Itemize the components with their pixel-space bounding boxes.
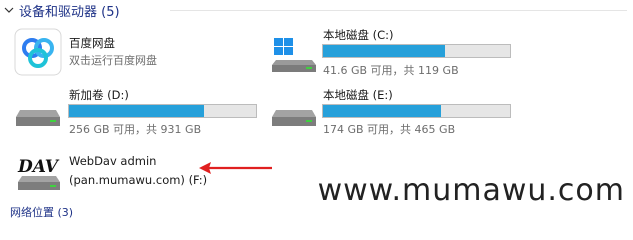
drive-name: 百度网盘 (69, 36, 115, 50)
devices-section-header[interactable]: 设备和驱动器 (5) (0, 0, 120, 20)
svg-text:DAV: DAV (17, 157, 60, 177)
drive-name: 新加卷 (D:) (69, 88, 129, 102)
drive-name: 本地磁盘 (C:) (323, 28, 394, 42)
hard-drive-icon (16, 110, 60, 126)
section-divider (170, 10, 627, 11)
drive-usage-bar (322, 104, 511, 118)
dav-network-drive-icon: DAV (17, 157, 60, 190)
drive-item-baidu[interactable]: 百度网盘 双击运行百度网盘 (14, 28, 244, 76)
windows-drive-icon (272, 38, 316, 72)
hard-drive-icon (272, 110, 316, 126)
drive-item-d[interactable]: 新加卷 (D:) 256 GB 可用，共 931 GB (14, 88, 264, 138)
red-arrow-icon (199, 162, 272, 174)
drive-space: 256 GB 可用，共 931 GB (69, 123, 202, 136)
drive-usage-bar (68, 104, 257, 118)
drive-space: 41.6 GB 可用，共 119 GB (323, 64, 459, 77)
section-title: 设备和驱动器 (5) (19, 4, 120, 20)
network-drive-item-f[interactable]: DAV WebDav admin (pan.mumawu.com) (F:) (14, 150, 224, 194)
baidu-netdisk-icon (14, 28, 62, 76)
drive-usage-fill (69, 105, 204, 117)
drive-item-e[interactable]: 本地磁盘 (E:) 174 GB 可用，共 465 GB (270, 88, 520, 138)
drive-usage-fill (323, 45, 445, 57)
watermark: www.mumawu.com (317, 173, 625, 208)
drive-usage-bar (322, 44, 511, 58)
network-locations-header[interactable]: 网络位置 (3) (10, 204, 73, 220)
drive-space: 174 GB 可用，共 465 GB (323, 123, 456, 136)
drive-usage-fill (323, 105, 441, 117)
drive-name: 本地磁盘 (E:) (323, 88, 393, 102)
drive-subtitle: 双击运行百度网盘 (69, 54, 157, 67)
network-drive-name: WebDav admin (69, 154, 157, 168)
chevron-down-icon (4, 7, 14, 13)
drive-item-c[interactable]: 本地磁盘 (C:) 41.6 GB 可用，共 119 GB (270, 28, 520, 78)
network-drive-address: (pan.mumawu.com) (F:) (69, 173, 208, 187)
